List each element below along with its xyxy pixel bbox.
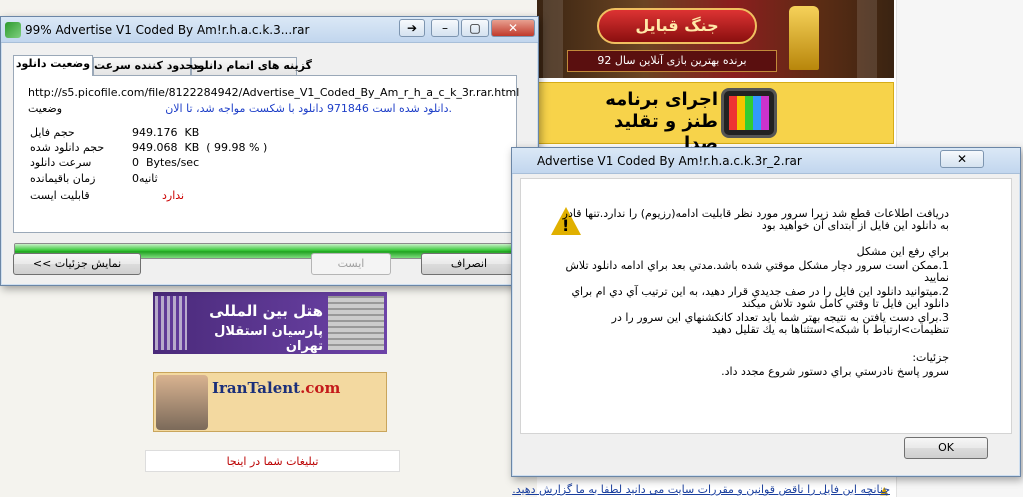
download-window: 99% Advertise V1 Coded By Am!r.h.a.c.k.3…: [0, 16, 539, 286]
status-label: وضعیت: [28, 102, 63, 115]
hotel-title: هتل بین المللی: [209, 302, 323, 320]
resume-capability-value: ندارد: [162, 189, 185, 202]
close-button[interactable]: ✕: [940, 150, 984, 168]
irantalent-brand: IranTalent: [212, 379, 301, 397]
banner-decoration: [857, 0, 877, 78]
irantalent-banner[interactable]: IranTalent.com: [153, 372, 387, 432]
trophy-icon: [789, 6, 819, 70]
hotel-building-image: [328, 296, 384, 350]
ok-button[interactable]: OK: [904, 437, 988, 459]
file-size-value: 949.176 KB: [132, 126, 200, 139]
download-window-titlebar[interactable]: 99% Advertise V1 Coded By Am!r.h.a.c.k.3…: [1, 17, 538, 43]
tv-icon: [721, 88, 777, 138]
downloaded-value: 949.068 KB ( 99.98 % ): [132, 141, 268, 154]
error-dialog: Advertise V1 Coded By Am!r.h.a.c.k.3r_2.…: [511, 147, 1021, 477]
idm-app-icon: [5, 22, 21, 38]
download-window-title: 99% Advertise V1 Coded By Am!r.h.a.c.k.3…: [25, 23, 310, 37]
irantalent-suffix: .com: [300, 379, 341, 397]
time-left-value: 0ثانیه: [132, 172, 158, 185]
status-value: دانلود شده است 971846 دانلود با شکست موا…: [165, 102, 452, 115]
person-photo: [156, 375, 208, 430]
status-row: دانلود شده است 971846 دانلود با شکست موا…: [28, 102, 512, 116]
error-message-line: سرور پاسخ نادرستي براي دستور شروع مجدد د…: [721, 365, 949, 378]
show-banner-text: اجرای برنامه طنز و تقلید صدا: [605, 89, 718, 154]
hotel-logo-icon: [155, 296, 187, 350]
report-link[interactable]: چنانچه این فایل را ناقض قوانین و مقررات …: [510, 483, 890, 496]
speed-label: سرعت دانلود: [30, 156, 92, 169]
error-message-line: براي رفع اين مشكل: [856, 245, 949, 258]
maximize-button[interactable]: ▢: [461, 19, 489, 37]
speed-value: 0 Bytes/sec: [132, 156, 200, 169]
resume-capability-label: قابلیت ایست: [30, 189, 90, 202]
error-message-line: دانلود اين فايل تا وقتي كامل شود تلاش مي…: [741, 297, 949, 310]
file-size-label: حجم فایل: [30, 126, 75, 139]
hotel-subtitle: پارسیان استقلال تهران: [214, 324, 323, 354]
irantalent-logo: IranTalent.com: [212, 379, 340, 397]
download-url: http://s5.picofile.com/file/8122284942/A…: [28, 86, 520, 99]
close-button[interactable]: ✕: [491, 19, 535, 37]
error-message-line: تنظيمات>ارتباط با شبكه>استثناها به يك تق…: [711, 323, 949, 336]
error-dialog-title: Advertise V1 Coded By Am!r.h.a.c.k.3r_2.…: [537, 154, 802, 168]
minimize-button[interactable]: –: [431, 19, 459, 37]
arrow-icon[interactable]: ➔: [399, 19, 425, 37]
error-message-line: جزئيات:: [912, 351, 949, 364]
error-message-area: ! دریافت اطلاعات قطع شد زیرا سرور مورد ن…: [520, 178, 1012, 434]
game-logo: جنگ قبایل: [597, 8, 757, 44]
status-panel: http://s5.picofile.com/file/8122284942/A…: [13, 75, 520, 233]
downloaded-label: حجم دانلود شده: [30, 141, 105, 154]
tab-finish-options[interactable]: گزینه های اتمام دانلود: [191, 57, 312, 75]
hotel-banner[interactable]: هتل بین المللی پارسیان استقلال تهران: [153, 292, 387, 354]
banner-decoration: [543, 0, 563, 78]
cancel-button[interactable]: انصراف: [421, 253, 517, 275]
error-dialog-titlebar[interactable]: Advertise V1 Coded By Am!r.h.a.c.k.3r_2.…: [512, 148, 1020, 174]
tab-download-status[interactable]: وضعیت دانلود: [13, 55, 93, 76]
show-details-button[interactable]: << نمایش جزئیات: [13, 253, 141, 275]
pause-button[interactable]: ایست: [311, 253, 391, 275]
error-message-line: نماييد: [924, 271, 949, 284]
error-message-line: 1.ممكن است سرور دچار مشكل موقتي شده باشد…: [565, 259, 949, 272]
show-banner[interactable]: اجرای برنامه طنز و تقلید صدا: [537, 82, 894, 154]
time-left-label: زمان باقیمانده: [30, 172, 96, 185]
tab-speed-limiter[interactable]: محدود کننده سرعت: [93, 57, 200, 75]
ad-here-link[interactable]: تبلیغات شما در اینجا: [145, 455, 400, 468]
error-message-line: به دانلود این فایل از ابتدای آن خواهید ب…: [761, 219, 949, 232]
game-banner-caption: برنده بهترین بازی آنلاین سال 92: [567, 50, 777, 72]
game-banner[interactable]: جنگ قبایل برنده بهترین بازی آنلاین سال 9…: [537, 0, 894, 78]
